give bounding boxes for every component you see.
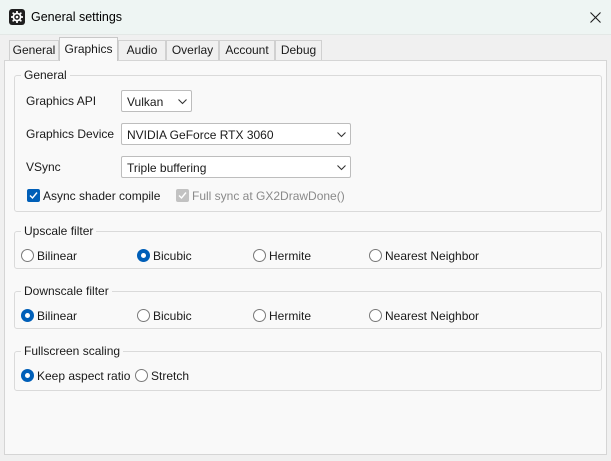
general-group: General Graphics API Vulkan Graphics Dev… [14, 68, 602, 212]
stretch-label[interactable]: Stretch [151, 369, 189, 383]
vsync-value: Triple buffering [127, 161, 207, 175]
downscale-hermite-radio[interactable] [253, 309, 266, 322]
graphics-api-label: Graphics API [26, 94, 97, 108]
downscale-nearest-label[interactable]: Nearest Neighbor [385, 309, 479, 323]
downscale-nearest-radio[interactable] [369, 309, 382, 322]
stretch-radio[interactable] [135, 369, 148, 382]
upscale-hermite-radio[interactable] [253, 249, 266, 262]
graphics-device-select[interactable]: NVIDIA GeForce RTX 3060 [121, 123, 351, 145]
downscale-hermite-label[interactable]: Hermite [269, 309, 311, 323]
window-title: General settings [31, 10, 123, 24]
chevron-down-icon [337, 132, 346, 138]
keep-aspect-ratio-radio[interactable] [21, 369, 34, 382]
upscale-bilinear-radio[interactable] [21, 249, 34, 262]
upscale-bicubic-radio[interactable] [137, 249, 150, 262]
downscale-bicubic-label[interactable]: Bicubic [153, 309, 192, 323]
group-title: General [21, 68, 70, 82]
upscale-filter-group: Upscale filter Bilinear Bicubic Hermite … [14, 224, 602, 269]
tab-audio[interactable]: Audio [118, 40, 166, 60]
tab-general[interactable]: General [9, 40, 59, 60]
tab-overlay[interactable]: Overlay [166, 40, 219, 60]
tab-graphics[interactable]: Graphics [59, 37, 118, 61]
graphics-api-select[interactable]: Vulkan [121, 90, 192, 112]
full-sync-checkbox [176, 189, 189, 202]
downscale-bicubic-radio[interactable] [137, 309, 150, 322]
downscale-bilinear-label[interactable]: Bilinear [37, 309, 77, 323]
group-title: Upscale filter [21, 224, 97, 238]
title-bar: General settings [0, 0, 611, 35]
upscale-nearest-label[interactable]: Nearest Neighbor [385, 249, 479, 263]
chevron-down-icon [178, 99, 187, 105]
checkmark-icon [178, 192, 187, 200]
tab-debug[interactable]: Debug [275, 40, 322, 60]
async-shader-checkbox[interactable] [27, 189, 40, 202]
graphics-api-value: Vulkan [127, 95, 164, 109]
graphics-device-label: Graphics Device [26, 127, 115, 141]
tab-account[interactable]: Account [219, 40, 275, 60]
group-title: Downscale filter [21, 284, 112, 298]
keep-aspect-ratio-label[interactable]: Keep aspect ratio [37, 369, 130, 383]
vsync-select[interactable]: Triple buffering [121, 156, 351, 178]
graphics-panel: General Graphics API Vulkan Graphics Dev… [4, 60, 607, 455]
group-title: Fullscreen scaling [21, 344, 124, 358]
upscale-hermite-label[interactable]: Hermite [269, 249, 311, 263]
fullscreen-scaling-group: Fullscreen scaling Keep aspect ratio Str… [14, 344, 602, 391]
vsync-label: VSync [26, 160, 61, 174]
graphics-device-value: NVIDIA GeForce RTX 3060 [127, 128, 274, 142]
tab-strip: General Graphics Audio Overlay Account D… [0, 35, 611, 61]
upscale-bicubic-label[interactable]: Bicubic [153, 249, 192, 263]
async-shader-label[interactable]: Async shader compile [43, 189, 160, 203]
downscale-filter-group: Downscale filter Bilinear Bicubic Hermit… [14, 284, 602, 329]
downscale-bilinear-radio[interactable] [21, 309, 34, 322]
close-button[interactable] [585, 7, 607, 29]
upscale-nearest-radio[interactable] [369, 249, 382, 262]
close-icon [590, 12, 601, 23]
full-sync-label: Full sync at GX2DrawDone() [192, 189, 345, 203]
checkmark-icon [29, 192, 38, 200]
upscale-bilinear-label[interactable]: Bilinear [37, 249, 77, 263]
gear-icon [9, 9, 25, 25]
chevron-down-icon [337, 165, 346, 171]
